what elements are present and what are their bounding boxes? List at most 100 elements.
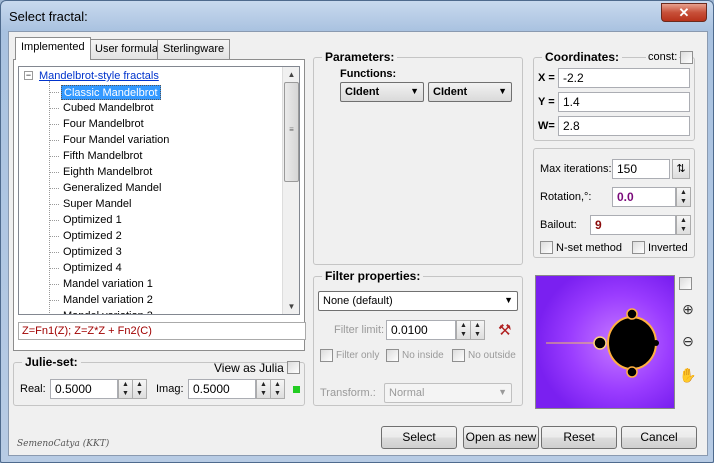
collapse-icon[interactable]: − <box>24 71 33 80</box>
rotation-input[interactable]: 0.0 <box>612 187 676 207</box>
tree-root[interactable]: Mandelbrot-style fractals <box>39 70 159 82</box>
tree-connector <box>49 172 59 173</box>
bailout-input[interactable]: 9 <box>590 215 676 235</box>
scroll-up-icon[interactable]: ▲ <box>284 67 299 82</box>
const-label: const: <box>646 51 680 63</box>
zoom-out-icon[interactable]: ⊖ <box>677 330 699 352</box>
max-iterations-spinner-icon[interactable]: ⇅ <box>672 159 690 179</box>
iterations-group: Max iterations: 150 ⇅ Rotation,°: 0.0 ▲ ▼… <box>533 148 695 258</box>
reset-button[interactable]: Reset <box>541 426 617 449</box>
view-as-julia-label: View as Julia <box>214 361 284 375</box>
bailout-label: Bailout: <box>540 219 577 231</box>
tree-item[interactable]: Optimized 4 <box>63 261 122 276</box>
tree-connector <box>49 92 59 93</box>
w-input[interactable]: 2.8 <box>558 116 690 136</box>
tree-connector <box>49 220 59 221</box>
mandelbrot-image <box>536 276 674 408</box>
tab-user-formula[interactable]: User formula <box>89 39 164 59</box>
filter-limit-spinner[interactable]: ▲ ▼ <box>456 320 471 340</box>
bailout-spinner[interactable]: ▲ ▼ <box>676 215 691 235</box>
max-iterations-input[interactable]: 150 <box>612 159 670 179</box>
julia-group: Julie-set: View as Julia Real: 0.5000 ▲ ▼… <box>13 355 305 406</box>
fractal-preview[interactable] <box>535 275 675 409</box>
rotation-spinner[interactable]: ▲ ▼ <box>676 187 691 207</box>
imag-spinner[interactable]: ▲ ▼ <box>256 379 271 399</box>
tree-item[interactable]: Eighth Mandelbrot <box>63 165 152 180</box>
formula-display: Z=Fn1(Z); Z=Z*Z + Fn2(C) <box>18 322 306 340</box>
scroll-down-icon[interactable]: ▼ <box>284 299 299 314</box>
tree-connector <box>49 268 59 269</box>
cancel-button[interactable]: Cancel <box>621 426 697 449</box>
y-label: Y = <box>538 96 555 108</box>
no-inside-label: No inside <box>402 350 444 361</box>
hand-pan-icon[interactable]: ✋ <box>677 364 699 386</box>
w-label: W= <box>538 120 555 132</box>
real-label: Real: <box>20 383 46 395</box>
tree-item[interactable]: Four Mandelbrot <box>63 117 144 132</box>
tree-item[interactable]: Cubed Mandelbrot <box>63 101 154 116</box>
function2-select[interactable]: CIdent ▼ <box>428 82 512 102</box>
filter-only-checkbox[interactable] <box>320 349 333 362</box>
tree-item[interactable]: Mandel variation 1 <box>63 277 153 292</box>
scroll-thumb[interactable]: ≡ <box>284 82 299 182</box>
tree-scrollbar[interactable]: ▲ ≡ ▼ <box>282 67 299 314</box>
tree-item[interactable]: Four Mandel variation <box>63 133 169 148</box>
close-button[interactable]: ✕ <box>661 3 707 22</box>
transform-select[interactable]: Normal ▼ <box>384 383 512 403</box>
open-as-new-button[interactable]: Open as new <box>463 426 539 449</box>
tree-item[interactable]: Optimized 1 <box>63 213 122 228</box>
tree-item[interactable]: Optimized 2 <box>63 229 122 244</box>
view-as-julia-checkbox[interactable] <box>287 361 300 374</box>
filter-limit-spinner-2[interactable]: ▲ ▼ <box>470 320 485 340</box>
tree-connector <box>49 156 59 157</box>
nset-method-checkbox[interactable] <box>540 241 553 254</box>
tree-item[interactable]: Optimized 3 <box>63 245 122 260</box>
filter-only-label: Filter only <box>336 350 380 361</box>
const-checkbox[interactable] <box>680 51 693 64</box>
no-inside-checkbox[interactable] <box>386 349 399 362</box>
filter-limit-label: Filter limit: <box>334 324 385 336</box>
tree-item[interactable]: Super Mandel <box>63 197 132 212</box>
real-input[interactable]: 0.5000 <box>50 379 118 399</box>
chevron-down-icon: ▼ <box>410 86 419 96</box>
nset-method-label: N-set method <box>556 242 623 254</box>
inverted-checkbox[interactable] <box>632 241 645 254</box>
tree-item[interactable]: Classic Mandelbrot <box>61 85 161 100</box>
real-spinner-2[interactable]: ▲ ▼ <box>132 379 147 399</box>
julia-title: Julie-set: <box>22 355 81 369</box>
y-input[interactable]: 1.4 <box>558 92 690 112</box>
fractal-tree[interactable]: − Mandelbrot-style fractals Classic Mand… <box>18 66 300 315</box>
imag-spinner-2[interactable]: ▲ ▼ <box>270 379 285 399</box>
tree-item[interactable]: Mandel variation 3 <box>63 309 153 314</box>
filter-group: Filter properties: None (default) ▼ Filte… <box>313 269 523 406</box>
parameters-title: Parameters: <box>322 50 398 64</box>
dialog-client: Implemented User formula Sterlingware − … <box>8 31 708 456</box>
tab-implemented[interactable]: Implemented <box>15 37 91 60</box>
preview-checkbox[interactable] <box>679 277 692 290</box>
tree-connector <box>49 284 59 285</box>
tree-connector <box>49 124 59 125</box>
filter-limit-input[interactable]: 0.0100 <box>386 320 456 340</box>
x-input[interactable]: -2.2 <box>558 68 690 88</box>
functions-label: Functions: <box>340 68 397 80</box>
zoom-in-icon[interactable]: ⊕ <box>677 298 699 320</box>
tab-sterlingware[interactable]: Sterlingware <box>157 39 231 59</box>
status-dot-icon <box>293 386 300 393</box>
filter-value: None (default) <box>323 295 393 307</box>
imag-input[interactable]: 0.5000 <box>188 379 256 399</box>
tab-panel: − Mandelbrot-style fractals Classic Mand… <box>13 59 306 351</box>
filter-select[interactable]: None (default) ▼ <box>318 291 518 311</box>
filter-tool-icon[interactable]: ⚒ <box>498 321 511 339</box>
coordinates-title: Coordinates: <box>542 50 623 64</box>
tree-item[interactable]: Fifth Mandelbrot <box>63 149 142 164</box>
no-outside-checkbox[interactable] <box>452 349 465 362</box>
title-bar[interactable]: Select fractal: ✕ <box>1 1 713 31</box>
real-spinner[interactable]: ▲ ▼ <box>118 379 133 399</box>
select-button[interactable]: Select <box>381 426 457 449</box>
x-label: X = <box>538 72 555 84</box>
tree-item[interactable]: Generalized Mandel <box>63 181 161 196</box>
function1-select[interactable]: CIdent ▼ <box>340 82 424 102</box>
tree-item[interactable]: Mandel variation 2 <box>63 293 153 308</box>
chevron-down-icon: ▼ <box>504 295 513 305</box>
filter-title: Filter properties: <box>322 269 424 283</box>
